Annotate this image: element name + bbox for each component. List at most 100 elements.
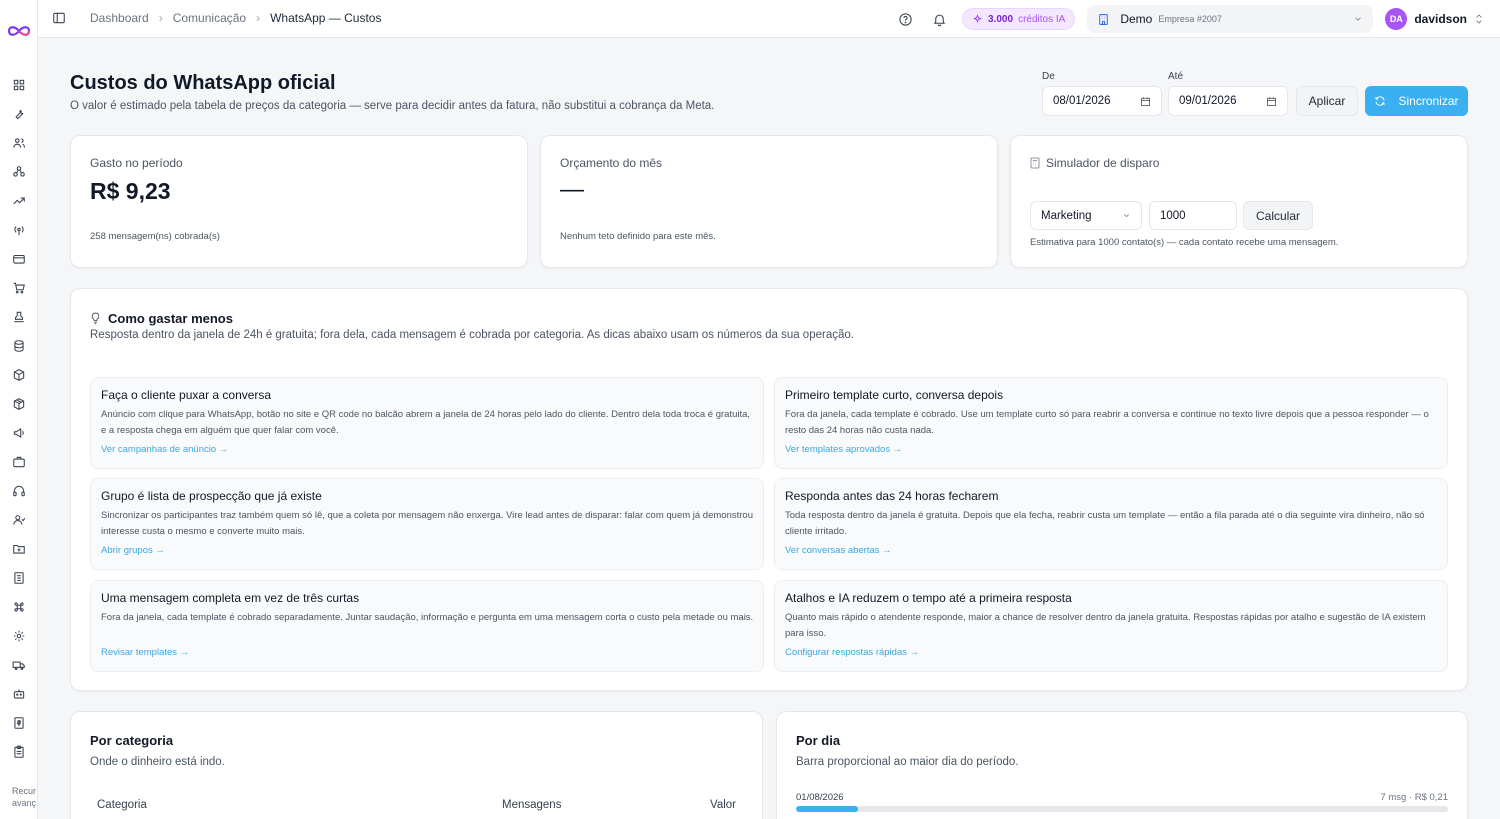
credits-label: créditos IA [1018,13,1066,25]
tip-link[interactable]: Ver templates aprovados → [785,444,902,455]
sidebar-item-megaphone[interactable] [0,418,38,447]
tip-link[interactable]: Ver campanhas de anúncio → [101,444,228,455]
sidebar-item-command[interactable] [0,592,38,621]
cart-icon [13,282,25,293]
org-switcher[interactable]: Demo Empresa #2007 [1087,5,1374,33]
command-icon [14,601,24,612]
chevrons-up-down-icon [1476,14,1482,24]
tip-card: Responda antes das 24 horas fecharem Tod… [774,478,1448,570]
sidebar-item-package[interactable] [0,389,38,418]
user-menu[interactable]: DA davidson [1385,8,1484,30]
tips-header: Como gastar menos [90,311,233,326]
panel-icon [53,12,65,24]
sidebar-item-folder[interactable] [0,534,38,563]
simulator-title: Simulador de disparo [1030,156,1159,170]
users-icon [13,137,25,148]
sidebar-item-wrench[interactable] [0,99,38,128]
building-icon [1099,13,1109,25]
date-from-input[interactable]: 08/01/2026 [1042,86,1162,116]
package-icon [13,397,25,410]
bell-icon [933,14,945,26]
tip-description: Fora da janela, cada template é cobrado.… [785,409,1429,436]
sparkles-icon [973,13,982,23]
sidebar-item-stamp[interactable] [0,302,38,331]
breadcrumb-comunicacao[interactable]: Comunicação [173,11,246,25]
sidebar-item-headset[interactable] [0,476,38,505]
sidebar-item-grid[interactable] [0,70,38,99]
apply-button[interactable]: Aplicar [1296,86,1358,116]
tip-link[interactable]: Revisar templates → [101,647,189,658]
app-logo[interactable] [6,22,32,40]
sidebar-item-briefcase[interactable] [0,447,38,476]
gear-icon [13,630,25,641]
column-header-messages[interactable]: Mensagens [502,799,561,811]
sidebar-item-share[interactable] [0,157,38,186]
sidebar-item-database[interactable] [0,331,38,360]
building-icon [14,571,24,584]
sidebar-item-building[interactable] [0,563,38,592]
calendar-icon [1267,96,1276,106]
tip-card: Atalhos e IA reduzem o tempo até a prime… [774,580,1448,672]
breadcrumb-separator: › [158,11,163,25]
simulator-note: Estimativa para 1000 contato(s) — cada c… [1030,237,1339,248]
sidebar-item-sheet[interactable] [0,708,38,737]
tip-link[interactable]: Configurar respostas rápidas → [785,647,919,658]
spent-title: Gasto no período [90,156,183,170]
category-select[interactable]: Marketing [1030,201,1142,230]
sync-button[interactable]: Sincronizar [1365,86,1468,116]
day-card-title: Por dia [796,733,841,748]
sidebar-item-broadcast[interactable] [0,215,38,244]
contacts-icon [13,514,26,525]
simulator-card: Simulador de disparo Marketing 1000 Calc… [1010,135,1468,268]
tip-link[interactable]: Ver conversas abertas → [785,545,892,556]
sidebar-footer: Recur avanç [12,785,38,809]
sidebar-item-card[interactable] [0,244,38,273]
sidebar-item-trend[interactable] [0,186,38,215]
column-header-value[interactable]: Valor [710,799,736,811]
tip-card: Faça o cliente puxar a conversa Anúncio … [90,377,764,469]
day-card: Por dia Barra proporcional ao maior dia … [776,711,1468,819]
date-to-input[interactable]: 09/01/2026 [1168,86,1288,116]
sidebar-item-bot[interactable] [0,679,38,708]
truck-icon [12,661,25,670]
broadcast-icon [14,225,24,235]
notifications-button[interactable] [928,8,950,30]
category-card-subtitle: Onde o dinheiro está indo. [90,756,225,768]
tip-description: Fora da janela, cada template é cobrado … [101,612,754,623]
column-header-category[interactable]: Categoria [97,799,147,811]
sidebar-item-clipboard[interactable] [0,737,38,766]
date-to-group: Até 09/01/2026 [1168,71,1288,116]
tip-title: Faça o cliente puxar a conversa [101,388,272,402]
sidebar-item-box[interactable] [0,360,38,389]
date-to-value: 09/01/2026 [1179,95,1237,107]
tips-title: Como gastar menos [108,311,233,326]
database-icon [14,339,24,352]
folder-icon [13,544,25,554]
calculate-button[interactable]: Calcular [1243,201,1313,230]
sidebar-item-cart[interactable] [0,273,38,302]
ai-credits-badge[interactable]: 3.000 créditos IA [962,8,1076,30]
tip-title: Atalhos e IA reduzem o tempo até a prime… [785,591,1072,605]
spent-note: 258 mensagem(ns) cobrada(s) [90,231,220,242]
spent-card: Gasto no período R$ 9,23 258 mensagem(ns… [70,135,528,268]
tip-card: Primeiro template curto, conversa depois… [774,377,1448,469]
sidebar-item-users[interactable] [0,128,38,157]
grid-icon [13,79,25,90]
budget-title: Orçamento do mês [560,156,663,170]
calendar-icon [1141,96,1150,106]
sidebar-item-contacts[interactable] [0,505,38,534]
breadcrumb-dashboard[interactable]: Dashboard [90,11,149,25]
tip-card: Uma mensagem completa em vez de três cur… [90,580,764,672]
tip-description: Sincronizar os participantes traz também… [101,510,753,537]
sidebar-toggle-button[interactable] [52,11,68,27]
bot-icon [13,688,25,699]
tip-link[interactable]: Abrir grupos → [101,545,165,556]
briefcase-icon [13,456,25,467]
contacts-input[interactable]: 1000 [1149,201,1237,230]
sidebar-item-gear[interactable] [0,621,38,650]
sidebar-item-truck[interactable] [0,650,38,679]
tip-title: Responda antes das 24 horas fecharem [785,489,999,503]
help-button[interactable] [894,8,916,30]
lightbulb-icon [91,312,100,325]
org-name: Demo [1120,12,1153,26]
